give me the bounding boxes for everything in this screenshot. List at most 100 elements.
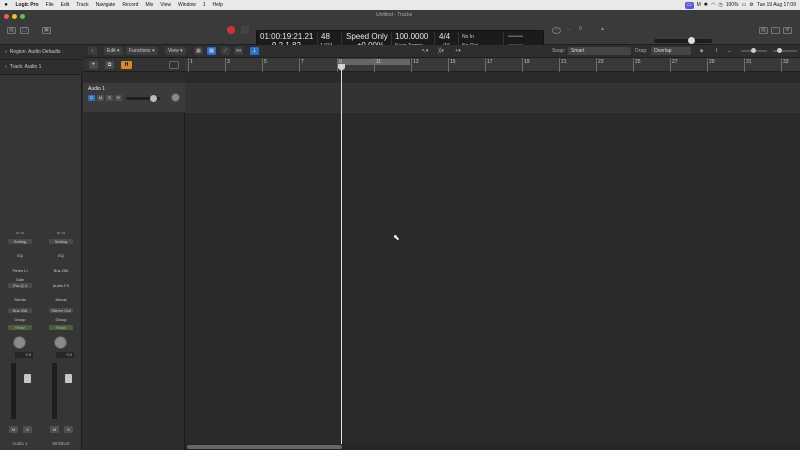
add-track-button[interactable]: + [89,61,98,69]
minimize-button[interactable] [12,14,17,19]
volume-fader[interactable] [24,374,31,383]
wifi-icon[interactable]: ◠ [711,0,715,10]
menu-navigate[interactable]: Navigate [92,0,119,10]
vertical-zoom-knob[interactable] [751,48,756,53]
duplicate-track-icon[interactable]: ⧉ [105,61,114,69]
control-center-icon[interactable]: ⚙ [749,0,753,10]
automation-mode[interactable]: Read [49,325,73,330]
eq-button[interactable]: EQ [49,253,73,258]
close-button[interactable] [4,14,9,19]
screen-share-icon[interactable]: ▭ [684,1,694,9]
menu-record[interactable]: Record [119,0,142,10]
arrange-area[interactable] [185,72,800,445]
datetime[interactable]: Tue 19 Aug 17:09 [757,0,796,10]
mute-button[interactable]: M [50,426,59,433]
track-volume-slider[interactable] [126,95,160,102]
insert-slot-1[interactable]: Pedro LI [8,268,32,273]
strip-name[interactable]: MIXBUS [41,441,81,446]
automation-icon[interactable]: ⟋ [221,47,230,55]
metronome-icon[interactable]: ⚲ [576,27,585,34]
track-volume-knob[interactable] [150,95,157,102]
strip-name[interactable]: Audio 1 [0,441,40,446]
snap-select[interactable]: Smart [568,47,631,55]
menu-1[interactable]: 1 [199,0,209,10]
track-mute-button[interactable]: M [97,95,104,101]
add-tool-icon[interactable]: +▾ [452,47,464,55]
tuner-icon[interactable]: ◦ [552,27,561,34]
mute-button[interactable]: M [9,426,18,433]
menu-edit[interactable]: Edit [57,0,73,10]
battery-icon[interactable]: ▭ [741,0,746,10]
track-pan-knob[interactable] [171,93,180,102]
notes-icon[interactable]: ◌ [771,27,780,34]
track-name[interactable]: Audio 1 [88,86,105,92]
output-slot[interactable]: Stereo Out [49,308,73,313]
volume-readout[interactable]: 0.0 [56,352,74,358]
setting-button[interactable]: Setting [49,239,73,244]
track-lane-audio1[interactable] [185,83,800,113]
vertical-zoom-slider[interactable] [741,48,767,53]
playhead[interactable] [341,64,342,450]
volume-fader[interactable] [65,374,72,383]
functions-menu[interactable]: Functions ▾ [126,47,158,55]
apple-menu-icon[interactable]: ● [0,2,12,8]
horizontal-zoom-slider[interactable] [773,48,797,53]
horizontal-scrollbar[interactable] [185,444,800,450]
capture-button[interactable] [241,26,249,34]
horizontal-zoom-icon[interactable]: ↔ [725,47,734,55]
view-menu[interactable]: View ▾ [165,47,186,55]
track-solo-button[interactable]: S [106,95,113,101]
clock-icon[interactable]: ◷ [718,0,722,10]
region-view-icon[interactable]: ▤ [207,47,216,55]
menu-mix[interactable]: Mix [142,0,157,10]
insert-slot-3[interactable]: Pro-Q 4 [8,283,32,288]
status-icon[interactable]: M [697,0,701,10]
alert-icon[interactable]: ▲ [598,27,607,34]
region-inspector-header[interactable]: › Region: Audio Defaults [0,45,82,60]
volume-readout[interactable]: 0.0 [15,352,33,358]
menu-track[interactable]: Track [73,0,92,10]
h-button[interactable]: H [121,61,132,69]
browser-icon[interactable]: ⚙ [783,27,792,34]
group-slot[interactable]: Group [49,317,73,322]
horizontal-zoom-knob[interactable] [777,48,782,53]
pan-knob[interactable] [54,336,67,349]
menu-view[interactable]: View [157,0,175,10]
drag-select[interactable]: Overlap [651,47,691,55]
zoom-button[interactable] [20,14,25,19]
solo-button[interactable]: S [23,426,32,433]
pointer-tool-icon[interactable]: ↖▾ [419,47,431,55]
track-header-empty-area[interactable] [83,113,185,450]
menu-window[interactable]: Window [174,0,199,10]
toolbar-toggle-icon[interactable]: ▣ [42,27,51,34]
track-header-audio1[interactable]: Audio 1 ⏻ M S R [83,83,185,113]
audio-fx-slot[interactable]: Audio FX [49,283,73,288]
bluetooth-icon[interactable]: ✱ [704,0,708,10]
inspector-icon[interactable]: ▢ [20,27,29,34]
global-tracks-icon[interactable] [169,61,179,69]
send-slot-1[interactable]: Bus 256 [8,308,32,313]
insert-slot-2[interactable]: Gain [8,277,32,282]
track-inspector-header[interactable]: › Track: Audio 1 [0,60,82,75]
setting-button[interactable]: Setting [8,239,32,244]
solo-button[interactable]: S [64,426,73,433]
library-icon[interactable]: ▤ [7,27,16,34]
vertical-zoom-icon[interactable]: I [712,47,721,55]
count-in-icon[interactable]: → [564,27,573,34]
back-icon[interactable]: ‹ [88,47,97,55]
scrollbar-thumb[interactable] [187,445,342,449]
track-record-button[interactable]: R [115,95,122,101]
edit-menu[interactable]: Edit ▾ [104,47,123,55]
grid-view-icon[interactable]: ▦ [194,47,203,55]
list-editors-icon[interactable]: ▤ [759,27,768,34]
automation-mode[interactable]: Read [8,325,32,330]
master-volume-slider[interactable] [654,37,712,44]
flex-icon[interactable]: ⋈ [234,47,243,55]
group-slot[interactable]: Group [8,317,32,322]
catch-icon[interactable]: ⇣ [250,47,259,55]
waveform-zoom-icon[interactable]: ◈ [697,47,706,55]
menu-app[interactable]: Logic Pro [12,0,42,10]
power-icon[interactable]: ⏻ [88,95,95,101]
menu-file[interactable]: File [42,0,57,10]
marquee-tool-icon[interactable]: ╳▾ [435,47,447,55]
